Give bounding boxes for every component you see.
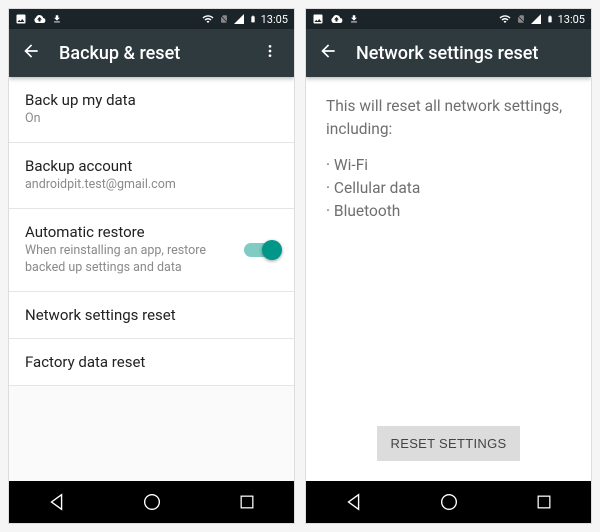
toggle-automatic-restore[interactable] (244, 243, 278, 257)
wifi-icon (498, 13, 512, 25)
image-icon (15, 13, 27, 25)
status-time: 13:05 (261, 13, 288, 26)
settings-list: Back up my data On Backup account androi… (9, 77, 294, 481)
description-text: This will reset all network settings, in… (326, 95, 571, 142)
setting-automatic-restore[interactable]: Automatic restore When reinstalling an a… (9, 209, 294, 292)
no-sim-icon (516, 13, 526, 25)
button-area: RESET SETTINGS (306, 412, 591, 481)
appbar-title: Backup & reset (59, 43, 240, 64)
nav-back-button[interactable] (343, 491, 365, 513)
nav-back-button[interactable] (46, 491, 68, 513)
setting-backup-my-data[interactable]: Back up my data On (9, 77, 294, 143)
setting-title: Factory data reset (25, 353, 278, 371)
setting-backup-account[interactable]: Backup account androidpit.test@gmail.com (9, 143, 294, 209)
setting-title: Network settings reset (25, 306, 278, 324)
battery-icon (249, 13, 257, 25)
app-bar: Backup & reset (9, 29, 294, 77)
spacer (9, 386, 294, 482)
setting-subtitle: androidpit.test@gmail.com (25, 177, 278, 194)
back-button[interactable] (318, 41, 338, 65)
back-button[interactable] (21, 41, 41, 65)
app-bar: Network settings reset (306, 29, 591, 77)
battery-icon (546, 13, 554, 25)
download-icon (349, 13, 359, 25)
content: This will reset all network settings, in… (306, 77, 591, 481)
list-item: Wi-Fi (326, 154, 571, 177)
setting-title: Back up my data (25, 91, 278, 109)
cloud-upload-icon (33, 13, 46, 25)
nav-home-button[interactable] (438, 491, 460, 513)
status-bar: 13:05 (9, 9, 294, 29)
setting-factory-data-reset[interactable]: Factory data reset (9, 339, 294, 386)
navigation-bar (306, 481, 591, 523)
setting-subtitle: On (25, 111, 278, 128)
list-item: Bluetooth (326, 200, 571, 223)
setting-title: Automatic restore (25, 223, 234, 241)
list-item: Cellular data (326, 177, 571, 200)
description-list: Wi-Fi Cellular data Bluetooth (326, 154, 571, 224)
setting-network-settings-reset[interactable]: Network settings reset (9, 292, 294, 339)
image-icon (312, 13, 324, 25)
nav-recent-button[interactable] (237, 492, 257, 512)
nav-home-button[interactable] (141, 491, 163, 513)
download-icon (52, 13, 62, 25)
description-block: This will reset all network settings, in… (306, 77, 591, 241)
setting-title: Backup account (25, 157, 278, 175)
cloud-upload-icon (330, 13, 343, 25)
navigation-bar (9, 481, 294, 523)
nav-recent-button[interactable] (534, 492, 554, 512)
appbar-title: Network settings reset (356, 43, 579, 64)
no-sim-icon (219, 13, 229, 25)
spacer (306, 241, 591, 412)
overflow-menu-button[interactable] (258, 39, 282, 67)
toggle-thumb (262, 240, 282, 260)
status-bar: 13:05 (306, 9, 591, 29)
phone-backup-reset: 13:05 Backup & reset Back up my data On … (8, 8, 295, 524)
signal-icon (530, 13, 542, 25)
status-time: 13:05 (558, 13, 585, 26)
reset-settings-button[interactable]: RESET SETTINGS (377, 426, 521, 461)
setting-subtitle: When reinstalling an app, restore backed… (25, 243, 234, 277)
phone-network-reset: 13:05 Network settings reset This will r… (305, 8, 592, 524)
wifi-icon (201, 13, 215, 25)
signal-icon (233, 13, 245, 25)
